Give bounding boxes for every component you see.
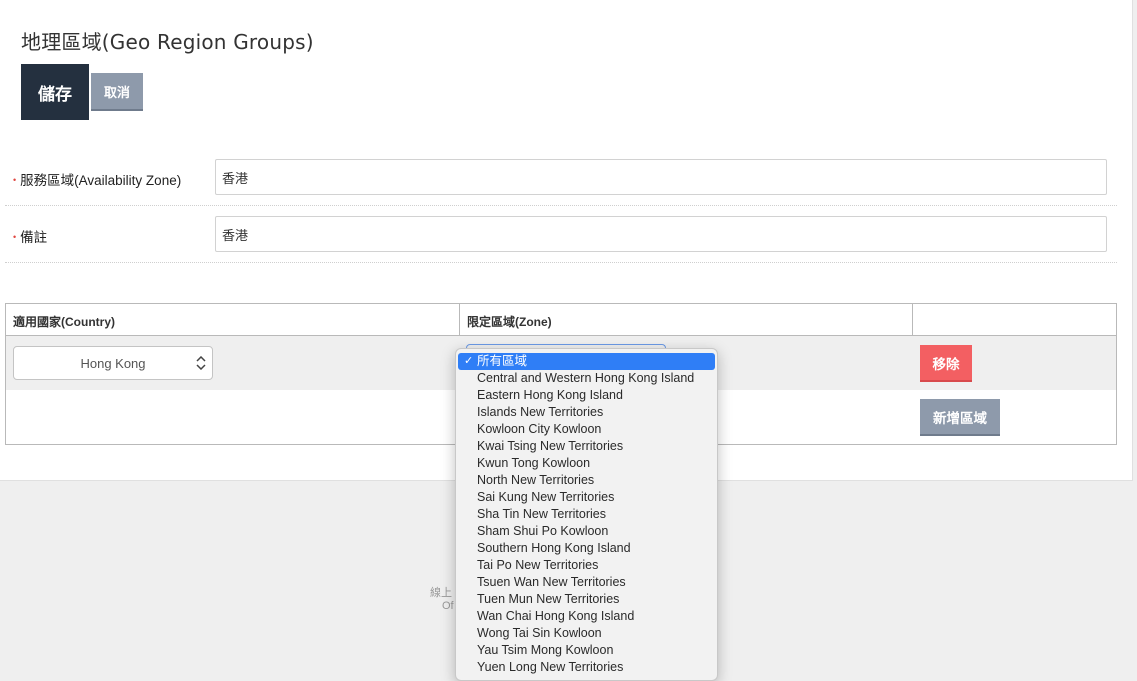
remark-label: • 備註 bbox=[13, 226, 47, 246]
zone-option-label: Central and Western Hong Kong Island bbox=[477, 371, 695, 385]
zone-option-label: 所有區域 bbox=[477, 354, 528, 368]
zone-option[interactable]: Wong Tai Sin Kowloon bbox=[456, 625, 717, 642]
zone-option[interactable]: Tuen Mun New Territories bbox=[456, 591, 717, 608]
save-button[interactable]: 儲存 bbox=[21, 64, 89, 120]
zone-option[interactable]: Sha Tin New Territories bbox=[456, 506, 717, 523]
page-title: 地理區域(Geo Region Groups) bbox=[21, 30, 314, 54]
table-header: 適用國家(Country) 限定區域(Zone) bbox=[6, 304, 1116, 336]
zone-option[interactable]: Central and Western Hong Kong Island bbox=[456, 370, 717, 387]
zone-option-label: Tsuen Wan New Territories bbox=[477, 575, 626, 589]
zone-option-label: Kowloon City Kowloon bbox=[477, 422, 602, 436]
zone-option-label: Sha Tin New Territories bbox=[477, 507, 606, 521]
zone-option[interactable]: Kowloon City Kowloon bbox=[456, 421, 717, 438]
required-marker: • bbox=[13, 175, 17, 185]
zone-option[interactable]: North New Territories bbox=[456, 472, 717, 489]
cancel-button[interactable]: 取消 bbox=[91, 73, 143, 111]
zone-option[interactable]: Wan Chai Hong Kong Island bbox=[456, 608, 717, 625]
zone-dropdown-list: ✓ 所有區域 Central and Western Hong Kong Islan… bbox=[456, 353, 717, 676]
zone-option-label: Tuen Mun New Territories bbox=[477, 592, 620, 606]
checkmark-icon: ✓ bbox=[464, 355, 474, 367]
zone-option[interactable]: Kwai Tsing New Territories bbox=[456, 438, 717, 455]
zone-option[interactable]: Islands New Territories bbox=[456, 404, 717, 421]
zone-option[interactable]: ✓ 所有區域 bbox=[458, 353, 715, 370]
zone-option-label: Islands New Territories bbox=[477, 405, 604, 419]
footer-line-1: 線上 bbox=[430, 587, 452, 599]
column-header-zone: 限定區域(Zone) bbox=[460, 304, 913, 335]
zone-option-label: Kwun Tong Kowloon bbox=[477, 456, 591, 470]
zone-dropdown-menu[interactable]: ✓ 所有區域 Central and Western Hong Kong Islan… bbox=[455, 348, 718, 681]
zone-option-label: Kwai Tsing New Territories bbox=[477, 439, 624, 453]
zone-option[interactable]: Kwun Tong Kowloon bbox=[456, 455, 717, 472]
zone-option-label: Sham Shui Po Kowloon bbox=[477, 524, 609, 538]
chevron-down-icon bbox=[196, 355, 206, 373]
zone-option[interactable]: Yau Tsim Mong Kowloon bbox=[456, 642, 717, 659]
zone-option-label: Tai Po New Territories bbox=[477, 558, 599, 572]
availability-zone-label-text: 服務區域(Availability Zone) bbox=[20, 173, 182, 188]
zone-option-label: Wong Tai Sin Kowloon bbox=[477, 626, 602, 640]
zone-option-label: North New Territories bbox=[477, 473, 595, 487]
column-header-actions bbox=[913, 304, 1118, 335]
column-header-country: 適用國家(Country) bbox=[6, 304, 460, 335]
footer-line-2: Of bbox=[442, 600, 454, 612]
country-select-value: Hong Kong bbox=[80, 355, 146, 371]
zone-option-label: Yau Tsim Mong Kowloon bbox=[477, 643, 614, 657]
zone-option-label: Southern Hong Kong Island bbox=[477, 541, 631, 555]
availability-zone-row: • 服務區域(Availability Zone) 香港 bbox=[5, 150, 1117, 206]
zone-option-label: Yuen Long New Territories bbox=[477, 660, 624, 674]
zone-option[interactable]: Eastern Hong Kong Island bbox=[456, 387, 717, 404]
zone-option[interactable]: Tai Po New Territories bbox=[456, 557, 717, 574]
remark-row: • 備註 香港 bbox=[5, 207, 1117, 263]
zone-option[interactable]: Sham Shui Po Kowloon bbox=[456, 523, 717, 540]
required-marker: • bbox=[13, 232, 17, 242]
add-zone-button[interactable]: 新增區域 bbox=[920, 399, 1000, 436]
country-select[interactable]: Hong Kong bbox=[13, 346, 213, 380]
remove-button[interactable]: 移除 bbox=[920, 345, 972, 382]
remark-label-text: 備註 bbox=[20, 230, 48, 245]
availability-zone-label: • 服務區域(Availability Zone) bbox=[13, 169, 181, 189]
availability-zone-input[interactable]: 香港 bbox=[215, 159, 1107, 195]
zone-option[interactable]: Yuen Long New Territories bbox=[456, 659, 717, 676]
zone-option-label: Wan Chai Hong Kong Island bbox=[477, 609, 635, 623]
zone-option[interactable]: Sai Kung New Territories bbox=[456, 489, 717, 506]
zone-option-label: Eastern Hong Kong Island bbox=[477, 388, 623, 402]
remark-input[interactable]: 香港 bbox=[215, 216, 1107, 252]
zone-option[interactable]: Southern Hong Kong Island bbox=[456, 540, 717, 557]
zone-option[interactable]: Tsuen Wan New Territories bbox=[456, 574, 717, 591]
zone-option-label: Sai Kung New Territories bbox=[477, 490, 615, 504]
